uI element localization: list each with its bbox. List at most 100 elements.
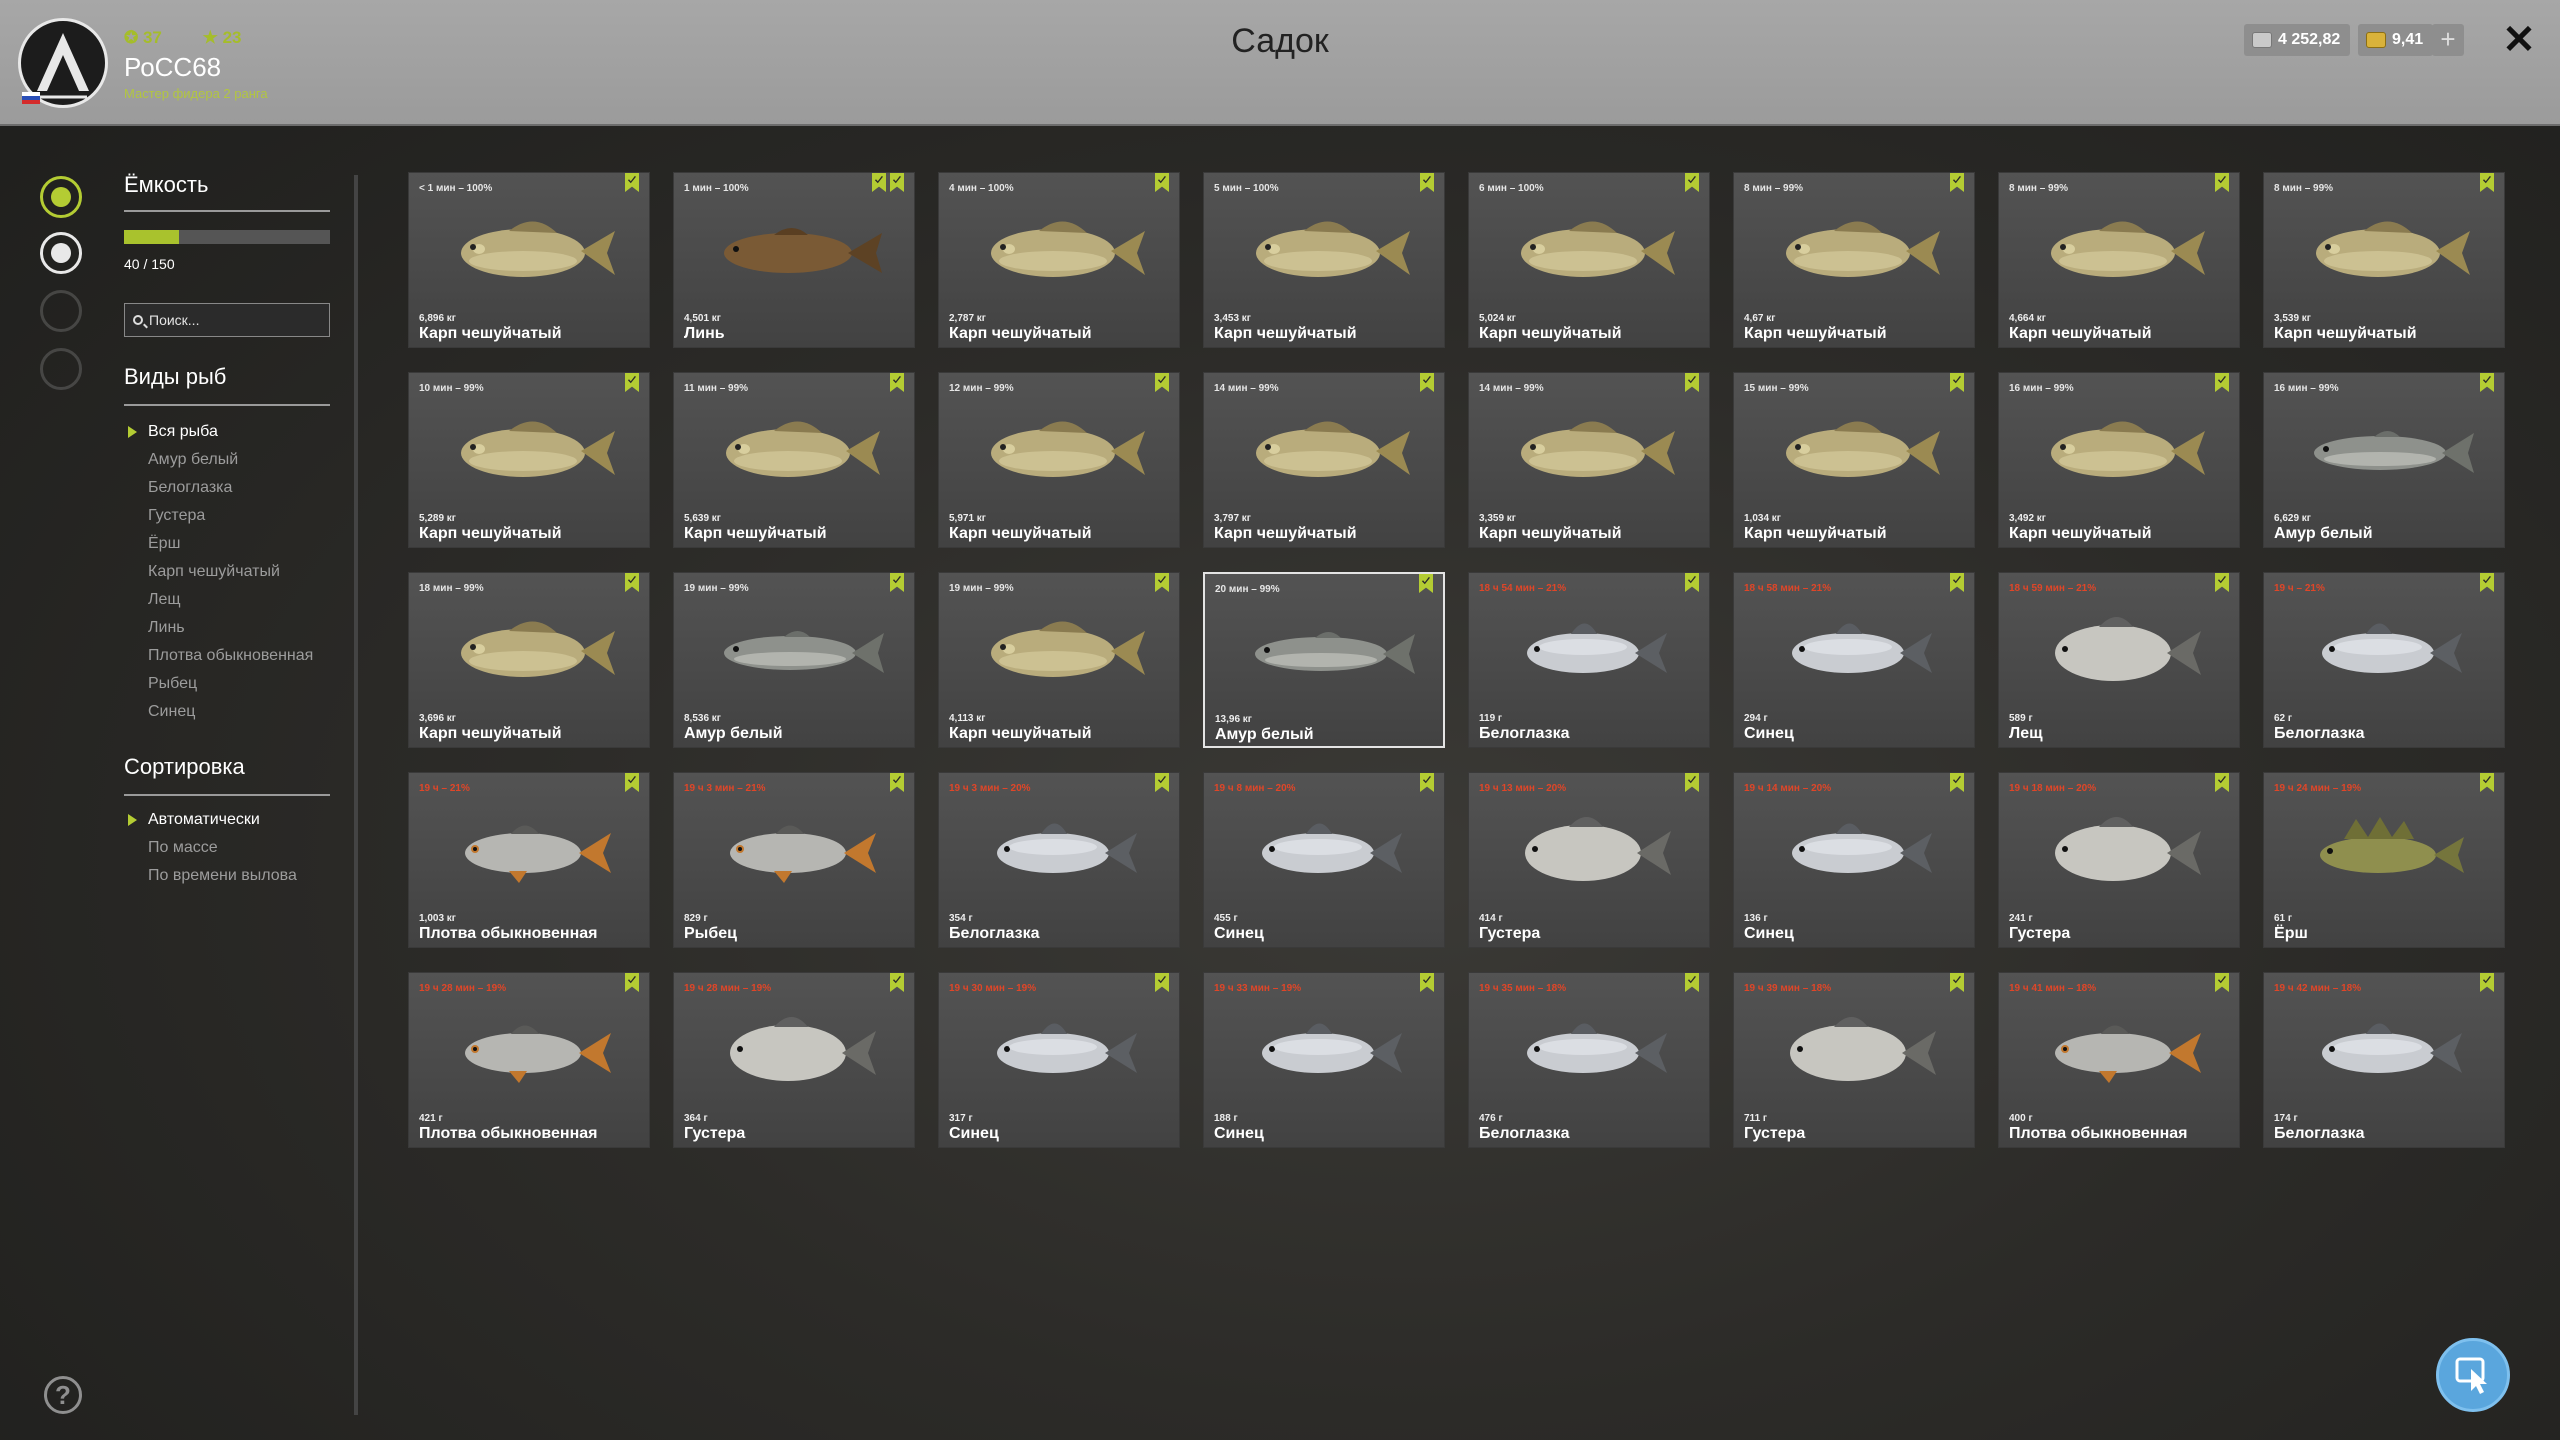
bookmark-icon[interactable] [625,373,639,392]
bookmark-icon[interactable] [1685,573,1699,592]
fish-card[interactable]: 19 ч – 21% 1,003 кг Плотва обыкновенная [408,772,650,948]
bookmark-icon[interactable] [1685,973,1699,992]
fish-card[interactable]: 18 ч 58 мин – 21% 294 г Синец [1733,572,1975,748]
species-filter-item[interactable]: Густера [126,502,313,530]
sort-option[interactable]: По времени вылова [126,862,297,890]
bookmark-icon[interactable] [872,173,886,192]
bookmark-icon[interactable] [1685,373,1699,392]
bookmark-icon[interactable] [2480,173,2494,192]
species-filter-item[interactable]: Линь [126,614,313,642]
fish-card[interactable]: 19 ч 42 мин – 18% 174 г Белоглазка [2263,972,2505,1148]
search-box[interactable] [124,303,330,337]
fish-card[interactable]: 19 мин – 99% 4,113 кг Карп чешуйчатый [938,572,1180,748]
bookmark-icon[interactable] [1420,773,1434,792]
fish-card[interactable]: 19 ч 39 мин – 18% 711 г Густера [1733,972,1975,1148]
bookmark-icon[interactable] [1420,973,1434,992]
fish-card[interactable]: 19 ч 13 мин – 20% 414 г Густера [1468,772,1710,948]
fish-card[interactable]: 14 мин – 99% 3,359 кг Карп чешуйчатый [1468,372,1710,548]
fish-card[interactable]: 16 мин – 99% 3,492 кг Карп чешуйчатый [1998,372,2240,548]
bookmark-icon[interactable] [2215,173,2229,192]
fish-card[interactable]: 1 мин – 100% 4,501 кг Линь [673,172,915,348]
fish-card[interactable]: 19 ч 18 мин – 20% 241 г Густера [1998,772,2240,948]
bookmark-icon[interactable] [890,173,904,192]
fish-card[interactable]: 5 мин – 100% 3,453 кг Карп чешуйчатый [1203,172,1445,348]
fish-card[interactable]: 20 мин – 99% 13,96 кг Амур белый [1203,572,1445,748]
search-input[interactable] [149,312,319,328]
bookmark-icon[interactable] [625,573,639,592]
bookmark-icon[interactable] [625,773,639,792]
fish-card[interactable]: 19 ч 8 мин – 20% 455 г Синец [1203,772,1445,948]
fish-card[interactable]: 19 ч 3 мин – 21% 829 г Рыбец [673,772,915,948]
bookmark-icon[interactable] [1155,973,1169,992]
bookmark-icon[interactable] [2480,773,2494,792]
bookmark-icon[interactable] [1685,773,1699,792]
bookmark-icon[interactable] [2215,573,2229,592]
fish-card[interactable]: 6 мин – 100% 5,024 кг Карп чешуйчатый [1468,172,1710,348]
bookmark-icon[interactable] [625,173,639,192]
bookmark-icon[interactable] [890,973,904,992]
help-button[interactable]: ? [44,1376,82,1414]
bookmark-icon[interactable] [1155,773,1169,792]
species-filter-item[interactable]: Амур белый [126,446,313,474]
bookmark-icon[interactable] [2480,973,2494,992]
species-filter-item[interactable]: Рыбец [126,670,313,698]
bookmark-icon[interactable] [2215,373,2229,392]
bookmark-icon[interactable] [1950,973,1964,992]
species-filter-item[interactable]: Белоглазка [126,474,313,502]
bookmark-icon[interactable] [1950,373,1964,392]
fish-card[interactable]: 10 мин – 99% 5,289 кг Карп чешуйчатый [408,372,650,548]
fish-card[interactable]: 8 мин – 99% 3,539 кг Карп чешуйчатый [2263,172,2505,348]
fish-card[interactable]: 19 ч 3 мин – 20% 354 г Белоглазка [938,772,1180,948]
bookmark-icon[interactable] [1155,573,1169,592]
fish-card[interactable]: 8 мин – 99% 4,67 кг Карп чешуйчатый [1733,172,1975,348]
fish-card[interactable]: 19 ч 35 мин – 18% 476 г Белоглазка [1468,972,1710,1148]
fish-card[interactable]: 19 ч 33 мин – 19% 188 г Синец [1203,972,1445,1148]
fish-card[interactable]: 19 ч 30 мин – 19% 317 г Синец [938,972,1180,1148]
bookmark-icon[interactable] [625,973,639,992]
fish-card[interactable]: < 1 мин – 100% 6,896 кг Карп чешуйчатый [408,172,650,348]
bookmark-icon[interactable] [2480,573,2494,592]
bookmark-icon[interactable] [890,773,904,792]
fish-card[interactable]: 11 мин – 99% 5,639 кг Карп чешуйчатый [673,372,915,548]
fish-card[interactable]: 18 мин – 99% 3,696 кг Карп чешуйчатый [408,572,650,748]
species-filter-item[interactable]: Синец [126,698,313,726]
fish-card[interactable]: 14 мин – 99% 3,797 кг Карп чешуйчатый [1203,372,1445,548]
fish-card[interactable]: 15 мин – 99% 1,034 кг Карп чешуйчатый [1733,372,1975,548]
bookmark-icon[interactable] [1420,173,1434,192]
keepnet-fish-icon[interactable] [40,176,82,218]
fish-card[interactable]: 19 мин – 99% 8,536 кг Амур белый [673,572,915,748]
fish-card[interactable]: 12 мин – 99% 5,971 кг Карп чешуйчатый [938,372,1180,548]
bookmark-icon[interactable] [1155,173,1169,192]
fish-card[interactable]: 8 мин – 99% 4,664 кг Карп чешуйчатый [1998,172,2240,348]
fish-card[interactable]: 16 мин – 99% 6,629 кг Амур белый [2263,372,2505,548]
fish-card[interactable]: 18 ч 59 мин – 21% 589 г Лещ [1998,572,2240,748]
bookmark-icon[interactable] [2215,773,2229,792]
bookmark-icon[interactable] [1419,574,1433,593]
equipment-icon[interactable] [40,232,82,274]
species-filter-item[interactable]: Вся рыба [126,418,313,446]
bookmark-icon[interactable] [1950,773,1964,792]
fish-card[interactable]: 19 ч 28 мин – 19% 421 г Плотва обыкновенна… [408,972,650,1148]
bookmark-icon[interactable] [1685,173,1699,192]
bookmark-icon[interactable] [1155,373,1169,392]
add-currency-button[interactable]: + [2432,24,2464,56]
fire-icon[interactable] [40,290,82,332]
cursor-mode-button[interactable] [2436,1338,2510,1412]
fish-card[interactable]: 4 мин – 100% 2,787 кг Карп чешуйчатый [938,172,1180,348]
species-filter-item[interactable]: Лещ [126,586,313,614]
sort-option[interactable]: Автоматически [126,806,297,834]
fish-card[interactable]: 19 ч 28 мин – 19% 364 г Густера [673,972,915,1148]
bookmark-icon[interactable] [890,373,904,392]
home-icon[interactable] [40,348,82,390]
sort-option[interactable]: По массе [126,834,297,862]
species-filter-item[interactable]: Плотва обыкновенная [126,642,313,670]
bookmark-icon[interactable] [2215,973,2229,992]
fish-card[interactable]: 18 ч 54 мин – 21% 119 г Белоглазка [1468,572,1710,748]
bookmark-icon[interactable] [1420,373,1434,392]
fish-card[interactable]: 19 ч 24 мин – 19% 61 г Ёрш [2263,772,2505,948]
bookmark-icon[interactable] [1950,573,1964,592]
bookmark-icon[interactable] [1950,173,1964,192]
fish-card[interactable]: 19 ч 14 мин – 20% 136 г Синец [1733,772,1975,948]
fish-card[interactable]: 19 ч 41 мин – 18% 400 г Плотва обыкновенна… [1998,972,2240,1148]
bookmark-icon[interactable] [2480,373,2494,392]
